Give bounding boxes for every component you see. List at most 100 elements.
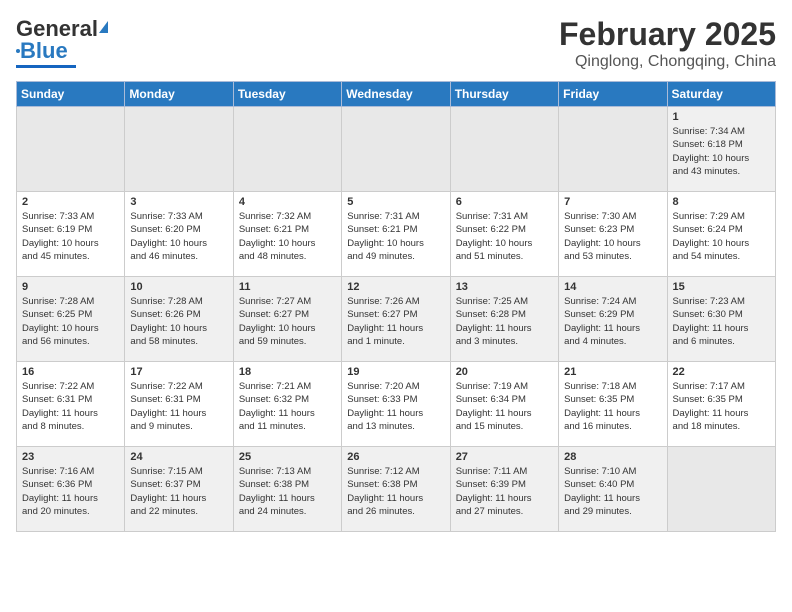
calendar-day-cell: 22 Sunrise: 7:17 AM Sunset: 6:35 PM Dayli…: [667, 362, 775, 447]
day-info: Sunrise: 7:26 AM Sunset: 6:27 PM Dayligh…: [347, 295, 444, 348]
calendar-day-cell: 25Sunrise: 7:13 AM Sunset: 6:38 PM Dayli…: [233, 447, 341, 532]
day-info: Sunrise: 7:24 AM Sunset: 6:29 PM Dayligh…: [564, 295, 661, 348]
day-info: Sunrise: 7:12 AM Sunset: 6:38 PM Dayligh…: [347, 465, 444, 518]
calendar-day-cell: 23 Sunrise: 7:16 AM Sunset: 6:36 PM Dayli…: [17, 447, 125, 532]
calendar-day-cell: 24 Sunrise: 7:15 AM Sunset: 6:37 PM Dayli…: [125, 447, 233, 532]
calendar-day-cell: 21 Sunrise: 7:18 AM Sunset: 6:35 PM Dayli…: [559, 362, 667, 447]
day-number: 6: [456, 196, 553, 208]
day-info: Sunrise: 7:28 AM Sunset: 6:26 PM Dayligh…: [130, 295, 227, 348]
day-info: Sunrise: 7:10 AM Sunset: 6:40 PM Dayligh…: [564, 465, 661, 518]
day-number: 10: [130, 281, 227, 293]
calendar-day-cell: 11 Sunrise: 7:27 AM Sunset: 6:27 PM Dayli…: [233, 277, 341, 362]
day-info: Sunrise: 7:31 AM Sunset: 6:22 PM Dayligh…: [456, 210, 553, 263]
title-block: February 2025 Qinglong, Chongqing, China: [559, 16, 776, 71]
calendar-day-cell: 6 Sunrise: 7:31 AM Sunset: 6:22 PM Daylig…: [450, 192, 558, 277]
month-title: February 2025: [559, 16, 776, 53]
day-number: 23: [22, 451, 119, 463]
weekday-header-row: SundayMondayTuesdayWednesdayThursdayFrid…: [17, 82, 776, 107]
day-number: 7: [564, 196, 661, 208]
weekday-header: Friday: [559, 82, 667, 107]
location-title: Qinglong, Chongqing, China: [559, 53, 776, 71]
day-number: 1: [673, 111, 770, 123]
day-info: Sunrise: 7:21 AM Sunset: 6:32 PM Dayligh…: [239, 380, 336, 433]
calendar-day-cell: [233, 107, 341, 192]
calendar-day-cell: [342, 107, 450, 192]
day-number: 15: [673, 281, 770, 293]
weekday-header: Thursday: [450, 82, 558, 107]
day-info: Sunrise: 7:23 AM Sunset: 6:30 PM Dayligh…: [673, 295, 770, 348]
calendar-day-cell: 10 Sunrise: 7:28 AM Sunset: 6:26 PM Dayli…: [125, 277, 233, 362]
day-info: Sunrise: 7:22 AM Sunset: 6:31 PM Dayligh…: [22, 380, 119, 433]
day-info: Sunrise: 7:20 AM Sunset: 6:33 PM Dayligh…: [347, 380, 444, 433]
day-info: Sunrise: 7:28 AM Sunset: 6:25 PM Dayligh…: [22, 295, 119, 348]
calendar-day-cell: 18 Sunrise: 7:21 AM Sunset: 6:32 PM Dayli…: [233, 362, 341, 447]
calendar-day-cell: 2 Sunrise: 7:33 AM Sunset: 6:19 PM Daylig…: [17, 192, 125, 277]
day-number: 13: [456, 281, 553, 293]
logo-arrow-icon: [99, 21, 108, 33]
calendar-day-cell: 16 Sunrise: 7:22 AM Sunset: 6:31 PM Dayli…: [17, 362, 125, 447]
day-info: Sunrise: 7:17 AM Sunset: 6:35 PM Dayligh…: [673, 380, 770, 433]
day-number: 24: [130, 451, 227, 463]
calendar-day-cell: 15 Sunrise: 7:23 AM Sunset: 6:30 PM Dayli…: [667, 277, 775, 362]
weekday-header: Monday: [125, 82, 233, 107]
day-info: Sunrise: 7:22 AM Sunset: 6:31 PM Dayligh…: [130, 380, 227, 433]
day-info: Sunrise: 7:33 AM Sunset: 6:19 PM Dayligh…: [22, 210, 119, 263]
calendar-table: SundayMondayTuesdayWednesdayThursdayFrid…: [16, 81, 776, 532]
calendar-day-cell: [125, 107, 233, 192]
day-number: 12: [347, 281, 444, 293]
day-number: 14: [564, 281, 661, 293]
calendar-day-cell: 4Sunrise: 7:32 AM Sunset: 6:21 PM Daylig…: [233, 192, 341, 277]
weekday-header: Sunday: [17, 82, 125, 107]
calendar-day-cell: 26 Sunrise: 7:12 AM Sunset: 6:38 PM Dayli…: [342, 447, 450, 532]
calendar-day-cell: 9Sunrise: 7:28 AM Sunset: 6:25 PM Daylig…: [17, 277, 125, 362]
calendar-day-cell: 12 Sunrise: 7:26 AM Sunset: 6:27 PM Dayli…: [342, 277, 450, 362]
day-info: Sunrise: 7:19 AM Sunset: 6:34 PM Dayligh…: [456, 380, 553, 433]
calendar-week-row: 16 Sunrise: 7:22 AM Sunset: 6:31 PM Dayli…: [17, 362, 776, 447]
calendar-day-cell: 8 Sunrise: 7:29 AM Sunset: 6:24 PM Daylig…: [667, 192, 775, 277]
calendar-day-cell: [450, 107, 558, 192]
day-info: Sunrise: 7:25 AM Sunset: 6:28 PM Dayligh…: [456, 295, 553, 348]
calendar-day-cell: 13 Sunrise: 7:25 AM Sunset: 6:28 PM Dayli…: [450, 277, 558, 362]
day-number: 22: [673, 366, 770, 378]
calendar-day-cell: [559, 107, 667, 192]
day-info: Sunrise: 7:15 AM Sunset: 6:37 PM Dayligh…: [130, 465, 227, 518]
calendar-week-row: 23 Sunrise: 7:16 AM Sunset: 6:36 PM Dayli…: [17, 447, 776, 532]
day-info: Sunrise: 7:16 AM Sunset: 6:36 PM Dayligh…: [22, 465, 119, 518]
day-number: 19: [347, 366, 444, 378]
day-number: 2: [22, 196, 119, 208]
day-number: 3: [130, 196, 227, 208]
calendar-day-cell: [17, 107, 125, 192]
calendar-day-cell: 19 Sunrise: 7:20 AM Sunset: 6:33 PM Dayli…: [342, 362, 450, 447]
day-info: Sunrise: 7:18 AM Sunset: 6:35 PM Dayligh…: [564, 380, 661, 433]
day-number: 16: [22, 366, 119, 378]
logo-blue: Blue: [20, 38, 68, 64]
day-number: 4: [239, 196, 336, 208]
weekday-header: Saturday: [667, 82, 775, 107]
logo: General Blue: [16, 16, 108, 68]
calendar-day-cell: 27 Sunrise: 7:11 AM Sunset: 6:39 PM Dayli…: [450, 447, 558, 532]
calendar-day-cell: 20 Sunrise: 7:19 AM Sunset: 6:34 PM Dayli…: [450, 362, 558, 447]
day-number: 20: [456, 366, 553, 378]
calendar-day-cell: 3Sunrise: 7:33 AM Sunset: 6:20 PM Daylig…: [125, 192, 233, 277]
day-number: 8: [673, 196, 770, 208]
day-number: 5: [347, 196, 444, 208]
logo-underline: [16, 65, 76, 68]
calendar-week-row: 9Sunrise: 7:28 AM Sunset: 6:25 PM Daylig…: [17, 277, 776, 362]
calendar-week-row: 1Sunrise: 7:34 AM Sunset: 6:18 PM Daylig…: [17, 107, 776, 192]
weekday-header: Wednesday: [342, 82, 450, 107]
day-number: 27: [456, 451, 553, 463]
calendar-day-cell: [667, 447, 775, 532]
calendar-week-row: 2 Sunrise: 7:33 AM Sunset: 6:19 PM Daylig…: [17, 192, 776, 277]
day-info: Sunrise: 7:13 AM Sunset: 6:38 PM Dayligh…: [239, 465, 336, 518]
day-info: Sunrise: 7:29 AM Sunset: 6:24 PM Dayligh…: [673, 210, 770, 263]
day-info: Sunrise: 7:30 AM Sunset: 6:23 PM Dayligh…: [564, 210, 661, 263]
calendar-day-cell: 28 Sunrise: 7:10 AM Sunset: 6:40 PM Dayli…: [559, 447, 667, 532]
day-number: 11: [239, 281, 336, 293]
day-number: 28: [564, 451, 661, 463]
day-number: 21: [564, 366, 661, 378]
day-number: 26: [347, 451, 444, 463]
day-info: Sunrise: 7:11 AM Sunset: 6:39 PM Dayligh…: [456, 465, 553, 518]
day-number: 18: [239, 366, 336, 378]
day-info: Sunrise: 7:27 AM Sunset: 6:27 PM Dayligh…: [239, 295, 336, 348]
day-number: 17: [130, 366, 227, 378]
